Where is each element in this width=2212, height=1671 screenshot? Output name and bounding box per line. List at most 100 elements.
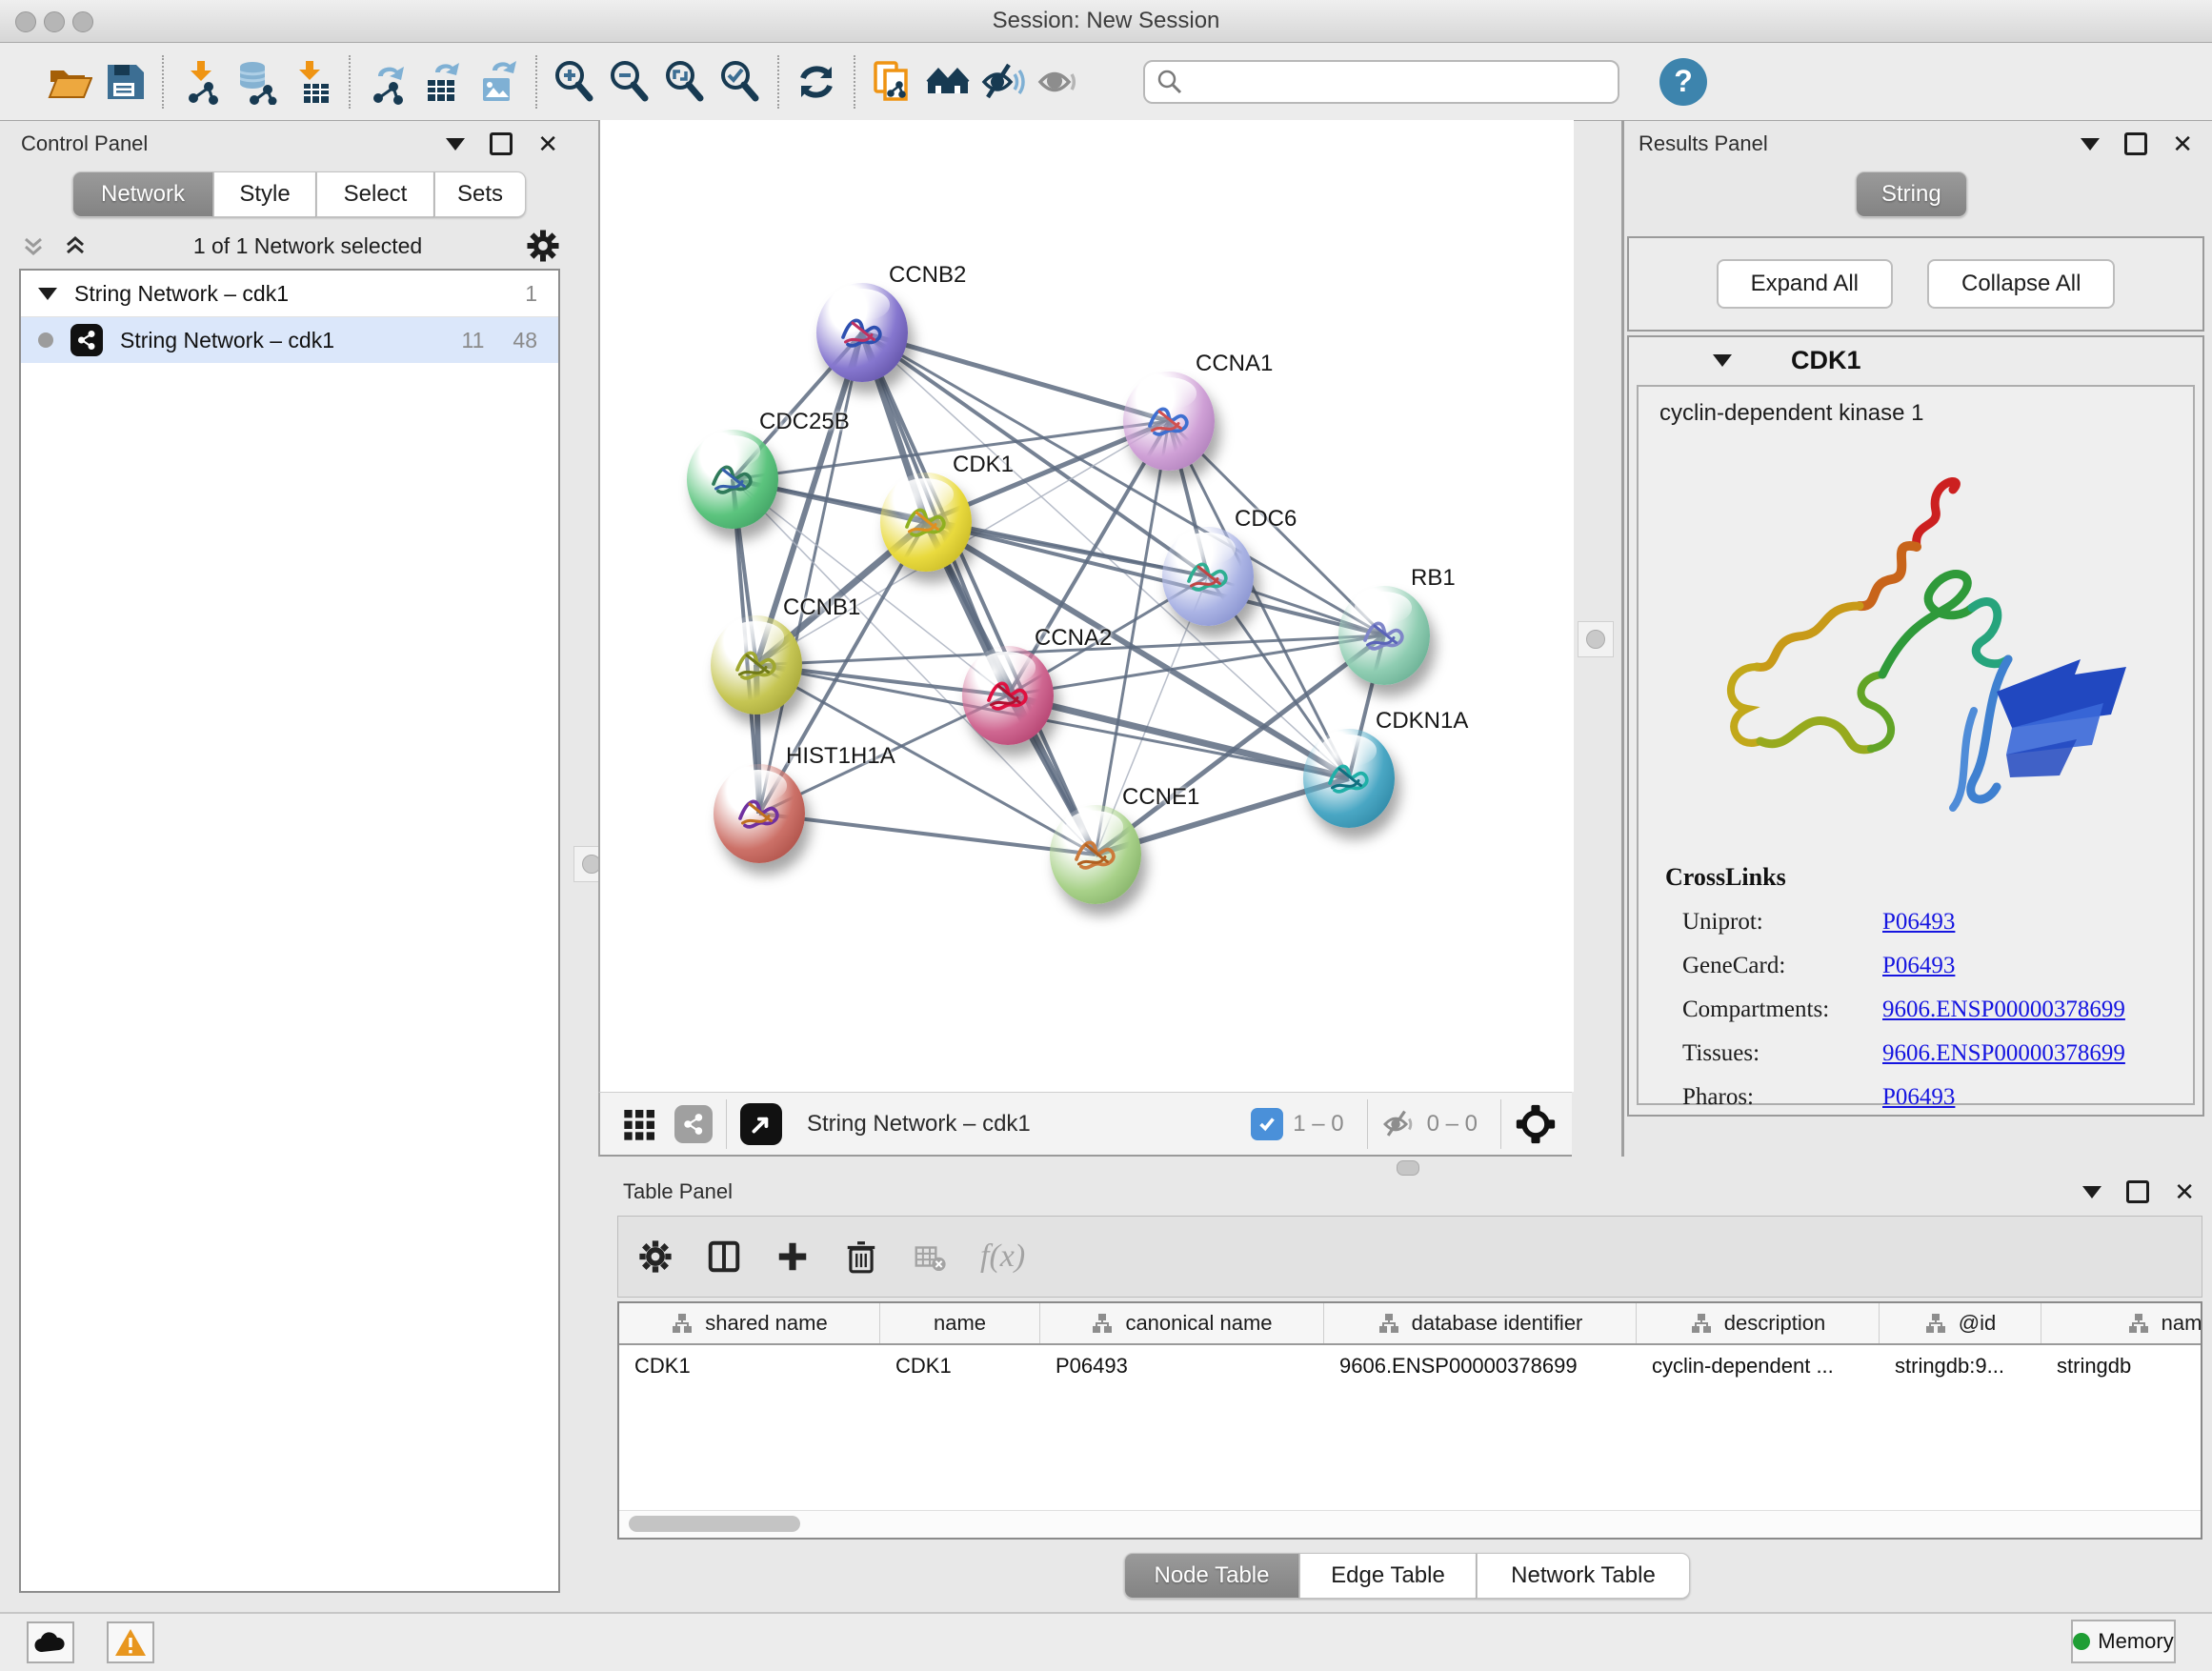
expand-all-icon[interactable]: [61, 232, 90, 260]
save-session-button[interactable]: [97, 54, 152, 110]
table-row[interactable]: CDK1CDK1P064939606.ENSP00000378699cyclin…: [619, 1345, 2201, 1387]
table-cell[interactable]: P06493: [1040, 1345, 1324, 1387]
window-minimize-button[interactable]: [44, 11, 65, 32]
tab-edge-table[interactable]: Edge Table: [1299, 1553, 1477, 1599]
column-header-namespace[interactable]: namespace: [2041, 1303, 2202, 1343]
node-table[interactable]: shared namenamecanonical namedatabase id…: [617, 1301, 2202, 1540]
cloud-button[interactable]: [27, 1621, 74, 1663]
zoom-selected-button[interactable]: [713, 54, 768, 110]
table-cell[interactable]: stringdb: [2041, 1345, 2202, 1387]
network-node-cdc25b[interactable]: [687, 430, 778, 529]
tab-sets[interactable]: Sets: [434, 171, 526, 217]
network-edge[interactable]: [862, 332, 1169, 421]
export-image-button[interactable]: [471, 54, 526, 110]
tab-string[interactable]: String: [1856, 171, 1967, 217]
birdseye-navigator-icon[interactable]: [740, 1103, 782, 1145]
import-network-button[interactable]: [173, 54, 229, 110]
results-panel-close-icon[interactable]: ✕: [2172, 135, 2193, 152]
results-splitter-line[interactable]: [1621, 120, 1624, 1157]
network-node-ccna2[interactable]: [962, 646, 1054, 745]
create-column-plus-icon[interactable]: [774, 1238, 811, 1275]
window-zoom-button[interactable]: [72, 11, 93, 32]
table-cell[interactable]: stringdb:9...: [1880, 1345, 2041, 1387]
column-header-database-identifier[interactable]: database identifier: [1324, 1303, 1637, 1343]
network-node-ccna1[interactable]: [1123, 372, 1215, 471]
tab-select[interactable]: Select: [316, 171, 434, 217]
table-cell[interactable]: CDK1: [880, 1345, 1040, 1387]
show-graphics-details-button[interactable]: [1031, 54, 1086, 110]
table-panel-close-icon[interactable]: ✕: [2174, 1183, 2195, 1200]
open-session-button[interactable]: [42, 54, 97, 110]
zoom-in-button[interactable]: [547, 54, 602, 110]
show-all-networks-button[interactable]: [920, 54, 975, 110]
network-collection-row[interactable]: String Network – cdk1 1: [21, 271, 558, 317]
right-splitter-handle[interactable]: [1578, 621, 1614, 657]
network-edge[interactable]: [1008, 695, 1349, 778]
network-node-hist1h1a[interactable]: [714, 764, 805, 863]
search-input[interactable]: [1143, 60, 1619, 104]
column-header-description[interactable]: description: [1637, 1303, 1880, 1343]
table-cell[interactable]: cyclin-dependent ...: [1637, 1345, 1880, 1387]
column-header-shared-name[interactable]: shared name: [619, 1303, 880, 1343]
export-network-button[interactable]: [360, 54, 415, 110]
apply-layout-button[interactable]: [789, 54, 844, 110]
table-panel-menu-icon[interactable]: [2082, 1186, 2101, 1198]
export-table-button[interactable]: [415, 54, 471, 110]
network-canvas[interactable]: CCNB2CCNA1CDC25BCDK1CDC6RB1CCNB1CCNA2CDK…: [598, 120, 1574, 1092]
tab-network-table[interactable]: Network Table: [1477, 1553, 1690, 1599]
network-options-gear-icon[interactable]: [526, 229, 560, 263]
help-button[interactable]: ?: [1659, 58, 1707, 106]
network-edge[interactable]: [862, 332, 1096, 855]
zoom-fit-button[interactable]: [657, 54, 713, 110]
column-header-name[interactable]: name: [880, 1303, 1040, 1343]
crosslink-link[interactable]: 9606.ENSP00000378699: [1882, 997, 2125, 1023]
hide-graphics-details-button[interactable]: [975, 54, 1031, 110]
network-node-cdkn1a[interactable]: [1303, 729, 1395, 828]
table-horizontal-scrollbar[interactable]: [619, 1510, 2201, 1538]
hidden-eye-slash-icon[interactable]: [1381, 1106, 1418, 1142]
table-cell[interactable]: CDK1: [619, 1345, 880, 1387]
control-panel-menu-icon[interactable]: [446, 138, 465, 151]
network-row[interactable]: String Network – cdk1 11 48: [21, 317, 558, 363]
network-edge[interactable]: [759, 814, 1096, 855]
collapse-all-icon[interactable]: [19, 232, 48, 260]
window-close-button[interactable]: [15, 11, 36, 32]
crosslink-link[interactable]: P06493: [1882, 953, 1955, 979]
duplicate-network-button[interactable]: [865, 54, 920, 110]
tab-network[interactable]: Network: [72, 171, 213, 217]
expand-all-button[interactable]: Expand All: [1717, 259, 1893, 309]
tab-node-table[interactable]: Node Table: [1124, 1553, 1299, 1599]
network-node-ccnb2[interactable]: [816, 283, 908, 382]
show-columns-icon[interactable]: [706, 1238, 742, 1275]
crosslink-link[interactable]: P06493: [1882, 909, 1955, 936]
control-panel-float-icon[interactable]: [490, 132, 513, 155]
memory-button[interactable]: Memory: [2071, 1620, 2176, 1663]
table-panel-float-icon[interactable]: [2126, 1180, 2149, 1203]
import-network-from-database-button[interactable]: [229, 54, 284, 110]
warnings-button[interactable]: [107, 1621, 154, 1663]
delete-column-trash-icon[interactable]: [843, 1238, 879, 1275]
fit-selected-crosshair-icon[interactable]: [1515, 1103, 1557, 1145]
gene-section-header[interactable]: CDK1: [1629, 337, 2202, 383]
network-node-ccnb1[interactable]: [711, 615, 802, 715]
results-panel-float-icon[interactable]: [2124, 132, 2147, 155]
network-node-cdk1[interactable]: [880, 473, 972, 572]
scrollbar-thumb[interactable]: [629, 1516, 800, 1532]
import-table-button[interactable]: [284, 54, 339, 110]
tab-style[interactable]: Style: [213, 171, 316, 217]
selected-checkbox-icon[interactable]: [1251, 1108, 1283, 1140]
gene-expander-icon[interactable]: [1713, 354, 1732, 367]
grid-view-icon[interactable]: [621, 1105, 659, 1143]
crosslink-link[interactable]: 9606.ENSP00000378699: [1882, 1040, 2125, 1067]
network-edge[interactable]: [759, 332, 862, 814]
collapse-all-button[interactable]: Collapse All: [1927, 259, 2115, 309]
column-header-canonical-name[interactable]: canonical name: [1040, 1303, 1324, 1343]
results-panel-menu-icon[interactable]: [2081, 138, 2100, 151]
control-panel-close-icon[interactable]: ✕: [537, 135, 558, 152]
collection-expander-icon[interactable]: [38, 288, 57, 300]
zoom-out-button[interactable]: [602, 54, 657, 110]
table-cell[interactable]: 9606.ENSP00000378699: [1324, 1345, 1637, 1387]
network-node-ccne1[interactable]: [1050, 805, 1141, 904]
network-node-cdc6[interactable]: [1162, 527, 1254, 626]
table-settings-gear-icon[interactable]: [637, 1238, 674, 1275]
